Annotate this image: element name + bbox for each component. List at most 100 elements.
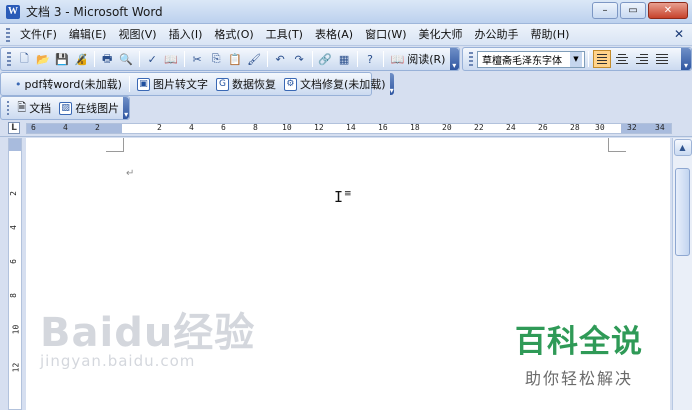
ruler-number: 26 (538, 123, 548, 132)
open-folder-icon[interactable]: 📂 (35, 50, 52, 68)
vertical-ruler[interactable]: 2 4 6 8 10 12 (8, 138, 22, 410)
scroll-up-arrow-icon[interactable]: ▲ (673, 139, 692, 156)
recovery-icon: G (215, 77, 229, 91)
document-button[interactable]: 🗎 文档 (13, 98, 55, 118)
restore-button[interactable]: ▭ (620, 2, 646, 19)
menu-tools[interactable]: 工具(T) (260, 25, 309, 45)
paragraph-mark: ↵ (126, 168, 135, 179)
online-image-button[interactable]: ▨ 在线图片 (55, 98, 123, 118)
pdf-icon: • (15, 77, 22, 91)
word-app-icon[interactable]: W (6, 4, 20, 19)
data-recovery-button[interactable]: G 数据恢复 (212, 74, 280, 94)
read-button-label: 阅读(R) (407, 53, 446, 66)
help-icon[interactable]: ? (362, 50, 379, 68)
permission-icon[interactable]: 🔏 (73, 50, 90, 68)
data-recovery-label: 数据恢复 (231, 78, 276, 91)
baike-subtitle: 助你轻松解决 (524, 369, 633, 388)
menu-grip-handle[interactable] (6, 27, 10, 42)
document-close-icon[interactable]: ✕ (674, 27, 684, 41)
baidu-watermark-brand: Baidu经验 (40, 310, 256, 356)
menu-view[interactable]: 视图(V) (112, 25, 162, 45)
menu-bar: 文件(F) 编辑(E) 视图(V) 插入(I) 格式(O) 工具(T) 表格(A… (0, 24, 692, 46)
menu-table[interactable]: 表格(A) (309, 25, 359, 45)
toolbar-separator (128, 76, 130, 92)
align-right-button[interactable] (633, 50, 651, 68)
ruler-number: 12 (314, 123, 324, 132)
save-icon[interactable]: 💾 (54, 50, 71, 68)
baike-title: 百科全说 (515, 324, 643, 360)
image-text-icon: ▣ (136, 77, 150, 91)
copy-icon[interactable]: ⎘ (208, 50, 225, 68)
toolbar-separator (382, 51, 384, 67)
align-justify-button[interactable] (593, 50, 611, 68)
doc-repair-label: 文档修复(未加载) (299, 78, 386, 91)
vertical-ruler-top-margin (9, 139, 21, 151)
table-icon[interactable]: ▦ (336, 50, 353, 68)
close-button[interactable]: ✕ (648, 2, 688, 19)
ruler-number: 22 (474, 123, 484, 132)
ruler-number: 20 (442, 123, 452, 132)
distributed-align-button[interactable] (653, 50, 671, 68)
image-icon: ▨ (59, 101, 73, 115)
undo-icon[interactable]: ↶ (272, 50, 289, 68)
ruler-number: 18 (410, 123, 420, 132)
baidu-watermark-url: jingyan.baidu.com (40, 352, 196, 370)
menu-office-assistant[interactable]: 办公助手 (469, 25, 525, 45)
paste-icon[interactable]: 📋 (227, 50, 244, 68)
toolbar-grip-handle[interactable] (7, 101, 10, 115)
toolbar-grip-handle[interactable] (469, 52, 473, 66)
toolbar-separator (93, 51, 95, 67)
format-painter-icon[interactable]: 🖌 (246, 50, 263, 68)
ruler-number: 28 (570, 123, 580, 132)
menu-file[interactable]: 文件(F) (14, 25, 63, 45)
spelling-check-icon[interactable]: ✓ (144, 50, 161, 68)
toolbar-options-chevron-icon[interactable]: ▾ (449, 48, 459, 70)
print-preview-icon[interactable]: 🔍 (118, 50, 135, 68)
vertical-ruler-number: 2 (8, 191, 18, 196)
toolbar-separator (138, 51, 140, 67)
window-controls: – ▭ ✕ (592, 2, 688, 19)
ruler-number: 4 (63, 123, 68, 132)
print-icon[interactable]: 🖶 (99, 50, 116, 68)
pdf-to-word-label: pdf转word(未加载) (24, 78, 122, 91)
pdf-to-word-button[interactable]: • pdf转word(未加载) (11, 74, 126, 94)
ruler-number: 30 (595, 123, 605, 132)
margin-corner-top-left (106, 138, 124, 152)
document-toolbar: 🗎 文档 ▨ 在线图片 ▾ (0, 96, 130, 120)
ruler-number: 2 (95, 123, 100, 132)
tab-stop-selector[interactable]: L (8, 122, 20, 134)
menu-format[interactable]: 格式(O) (208, 25, 259, 45)
baike-logo: 百科全说 助你轻松解决 (515, 316, 643, 389)
new-document-icon[interactable]: 🗋 (16, 50, 33, 68)
align-center-button[interactable] (613, 50, 631, 68)
research-icon[interactable]: 📖 (163, 50, 180, 68)
window-title: 文档 3 - Microsoft Word (26, 5, 163, 19)
toolbar-grip-handle[interactable] (7, 52, 11, 66)
font-name-select[interactable]: 草檀斋毛泽东字体 ▼ (477, 50, 585, 68)
menu-edit[interactable]: 编辑(E) (63, 25, 113, 45)
doc-repair-button[interactable]: ⚙ 文档修复(未加载) (280, 74, 390, 94)
menu-insert[interactable]: 插入(I) (163, 25, 209, 45)
ruler-strip[interactable]: 6 4 2 2 4 6 8 10 12 14 16 18 20 22 24 26… (26, 123, 672, 134)
read-button[interactable]: 📖 阅读(R) (387, 49, 450, 69)
menu-help[interactable]: 帮助(H) (525, 25, 576, 45)
ruler-number: 6 (31, 123, 36, 132)
ruler-number: 4 (189, 123, 194, 132)
menu-beautify[interactable]: 美化大师 (413, 25, 469, 45)
cut-icon[interactable]: ✂ (189, 50, 206, 68)
document-label: 文档 (29, 102, 52, 115)
vertical-ruler-number: 12 (11, 362, 21, 373)
hyperlink-icon[interactable]: 🔗 (317, 50, 334, 68)
vertical-scrollbar[interactable]: ▲ (672, 138, 692, 410)
toolbar-options-chevron-icon[interactable]: ▾ (681, 48, 691, 70)
toolbar-options-chevron-icon[interactable]: ▾ (123, 97, 129, 119)
scrollbar-thumb[interactable] (675, 168, 690, 256)
toolbar-options-chevron-icon[interactable]: ▾ (389, 73, 394, 95)
minimize-button[interactable]: – (592, 2, 618, 19)
menu-window[interactable]: 窗口(W) (359, 25, 412, 45)
ruler-number: 2 (157, 123, 162, 132)
chevron-down-icon[interactable]: ▼ (570, 51, 582, 67)
ruler-number: 8 (253, 123, 258, 132)
redo-icon[interactable]: ↷ (291, 50, 308, 68)
image-to-text-button[interactable]: ▣ 图片转文字 (133, 74, 212, 94)
